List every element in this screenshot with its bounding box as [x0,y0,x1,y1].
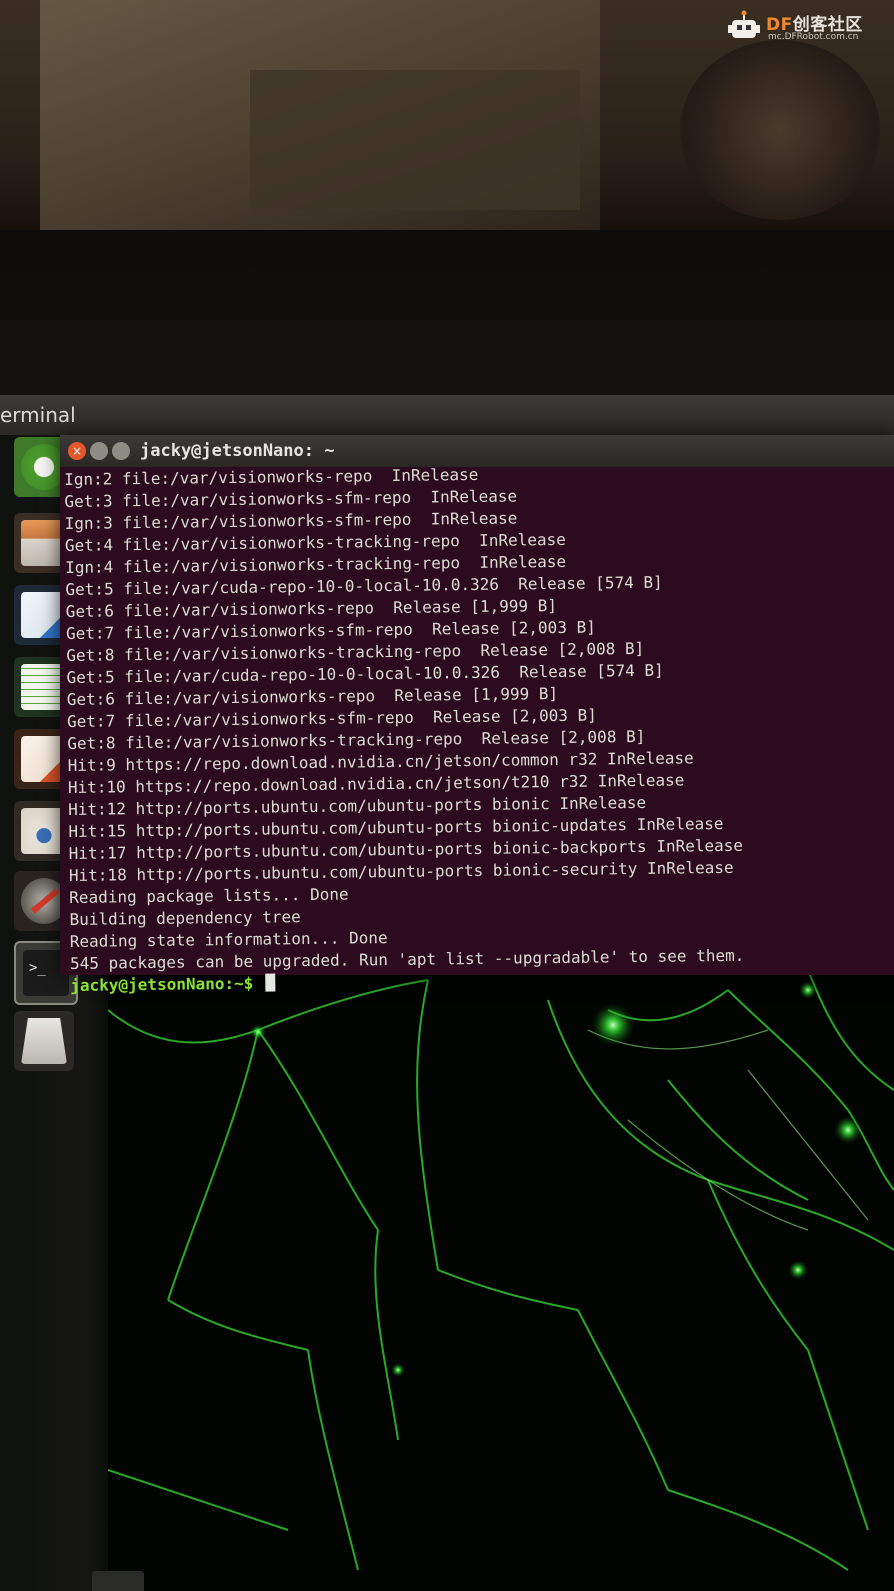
terminal-window[interactable]: × jacky@jetsonNano: ~ Ign:2 file:/var/vi… [60,435,894,995]
robot-logo-icon [728,10,760,38]
terminal-title: jacky@jetsonNano: ~ [140,441,335,461]
text-cursor [264,973,276,992]
wallpaper [108,970,894,1591]
bottom-panel-button[interactable] [92,1571,144,1591]
launcher-item-trash[interactable] [14,1011,74,1071]
maximize-button[interactable] [112,442,130,460]
watermark-url: mc.DFRobot.com.cn [768,32,859,42]
terminal-output[interactable]: Ign:2 file:/var/visionworks-repo InRelea… [64,459,894,997]
monitor-screen: erminal >_ × jacky@jetsonNano: ~ Ign:2 f… [0,395,894,1591]
close-button[interactable]: × [68,442,86,460]
dark-object [680,40,880,220]
active-app-title: erminal [0,403,76,427]
watermark: DF创客社区 mc.DFRobot.com.cn [726,8,876,48]
shell-prompt: jacky@jetsonNano:~$ [70,973,254,995]
trash-icon [21,1018,67,1064]
wall-shadow [250,70,580,210]
minimize-button[interactable] [90,442,108,460]
monitor-bezel [0,230,894,400]
top-panel: erminal [0,395,894,435]
